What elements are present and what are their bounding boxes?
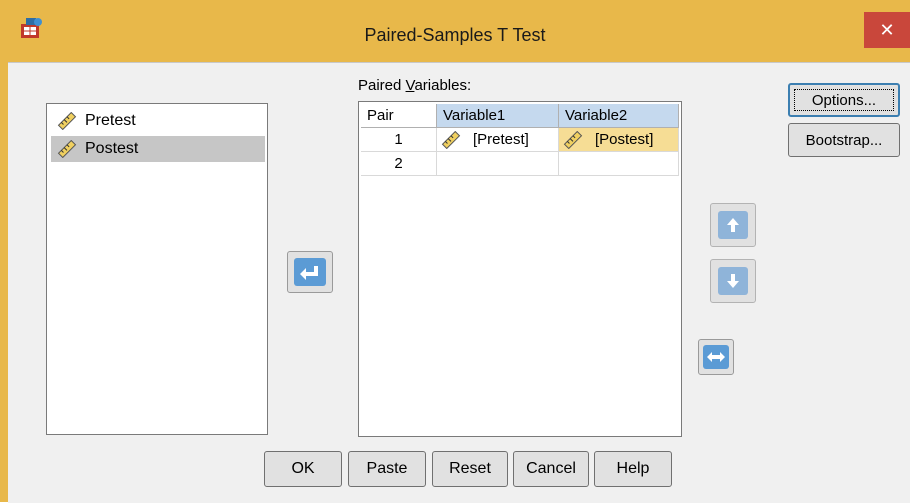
- arrow-up-icon: [727, 218, 739, 232]
- arrow-left-icon: [300, 266, 318, 280]
- column-header-variable2[interactable]: Variable2: [559, 104, 679, 128]
- cancel-button[interactable]: Cancel: [513, 451, 589, 487]
- close-button[interactable]: ✕: [864, 12, 910, 48]
- cell-value: [Postest]: [595, 131, 654, 148]
- reset-button[interactable]: Reset: [432, 451, 508, 487]
- options-button[interactable]: Options...: [788, 83, 900, 117]
- variable2-cell[interactable]: [559, 152, 679, 176]
- source-variable-list[interactable]: Pretest Postest: [46, 103, 268, 435]
- ruler-scale-icon: [441, 131, 461, 149]
- move-down-button[interactable]: [710, 259, 756, 303]
- variable1-cell[interactable]: [437, 152, 559, 176]
- dialog-window: Paired-Samples T Test ✕ Pretest Postest: [0, 0, 910, 503]
- ok-button[interactable]: OK: [264, 451, 342, 487]
- pair-number-cell[interactable]: 1: [361, 128, 437, 152]
- help-button[interactable]: Help: [594, 451, 672, 487]
- arrow-down-icon: [727, 274, 739, 288]
- ruler-scale-icon: [57, 140, 77, 158]
- title-bar[interactable]: Paired-Samples T Test ✕: [0, 0, 910, 62]
- column-header-variable1[interactable]: Variable1: [437, 104, 559, 128]
- dialog-body: Pretest Postest Paired Variables: Pair V…: [8, 62, 910, 503]
- variable-label: Pretest: [85, 112, 136, 129]
- paste-button[interactable]: Paste: [348, 451, 426, 487]
- variable-label: Postest: [85, 140, 139, 157]
- ruler-scale-icon: [57, 112, 77, 130]
- swap-horizontal-icon: [707, 352, 725, 362]
- paired-variables-table[interactable]: Pair Variable1 Variable2 1 [Pretest] [Po…: [358, 101, 682, 437]
- pair-number-cell[interactable]: 2: [361, 152, 437, 176]
- move-variable-button[interactable]: [287, 251, 333, 293]
- close-icon: ✕: [879, 20, 895, 40]
- paired-variables-label: Paired Variables:: [358, 77, 472, 94]
- column-header-pair[interactable]: Pair: [361, 104, 437, 128]
- variable2-cell[interactable]: [Postest]: [559, 128, 679, 152]
- ruler-scale-icon: [563, 131, 583, 149]
- cell-value: [Pretest]: [473, 131, 529, 148]
- window-title: Paired-Samples T Test: [364, 25, 546, 45]
- variable1-cell[interactable]: [Pretest]: [437, 128, 559, 152]
- move-up-button[interactable]: [710, 203, 756, 247]
- variable-item-pretest[interactable]: Pretest: [51, 108, 265, 134]
- swap-variables-button[interactable]: [698, 339, 734, 375]
- bootstrap-button[interactable]: Bootstrap...: [788, 123, 900, 157]
- variable-item-postest[interactable]: Postest: [51, 136, 265, 162]
